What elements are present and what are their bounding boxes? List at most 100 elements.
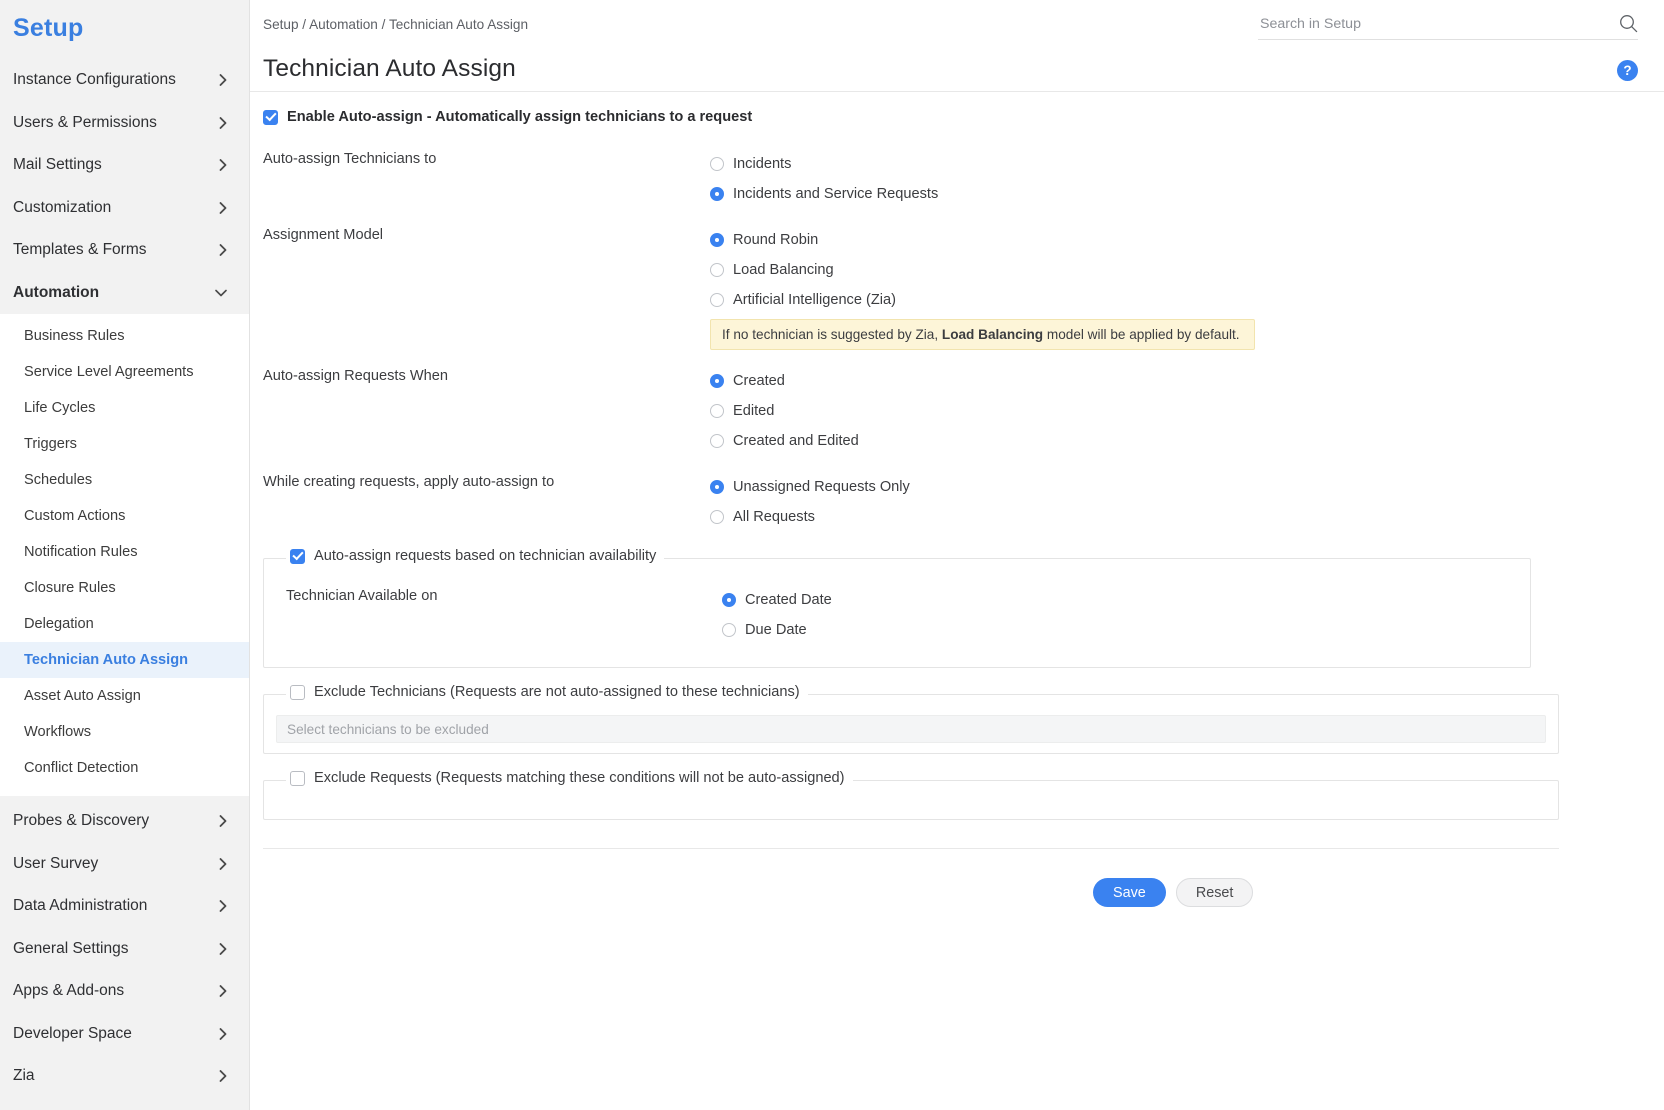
chevron-right-icon (219, 942, 227, 955)
chevron-right-icon (219, 159, 227, 172)
sidebar-item-label: Business Rules (24, 328, 125, 344)
radio-created[interactable] (710, 374, 724, 388)
sidebar-item-zoho-circuit[interactable]: Zoho Circuit (0, 1098, 249, 1110)
sidebar-item-label: Probes & Discovery (13, 812, 150, 830)
technician-availability-body: Technician Available on Created Date Due… (264, 559, 1530, 667)
radio-option-due-date[interactable]: Due Date (722, 615, 832, 645)
help-question-icon[interactable]: ? (1617, 60, 1638, 81)
sidebar-item-triggers[interactable]: Triggers (0, 426, 249, 462)
reset-button[interactable]: Reset (1175, 878, 1254, 907)
sidebar-item-label: Users & Permissions (13, 113, 157, 131)
technician-availability-checkbox[interactable] (290, 548, 305, 564)
sidebar-item-apps-add-ons[interactable]: Apps & Add-ons (0, 970, 249, 1013)
radio-load-balancing[interactable] (710, 263, 724, 277)
sidebar-item-technician-auto-assign[interactable]: Technician Auto Assign (0, 642, 249, 678)
exclude-technicians-checkbox[interactable] (290, 684, 305, 700)
sidebar-item-label: Closure Rules (24, 580, 116, 596)
breadcrumb: Setup / Automation / Technician Auto Ass… (263, 17, 529, 32)
sidebar-item-closure-rules[interactable]: Closure Rules (0, 570, 249, 606)
sidebar-title: Setup (13, 14, 84, 42)
radio-created-and-edited[interactable] (710, 434, 724, 448)
sidebar-item-customization[interactable]: Customization (0, 187, 249, 230)
technician-availability-panel: Auto-assign requests based on technician… (263, 548, 1531, 668)
sidebar-item-label: Templates & Forms (13, 241, 147, 259)
radio-option-load-balancing[interactable]: Load Balancing (710, 255, 1255, 285)
exclude-requests-legend[interactable]: Exclude Requests (Requests matching thes… (286, 770, 853, 786)
sidebar-item-label: Workflows (24, 724, 92, 740)
sidebar-item-data-administration[interactable]: Data Administration (0, 885, 249, 928)
radio-option-incidents[interactable]: Incidents (710, 149, 938, 179)
radio-option-edited[interactable]: Edited (710, 396, 859, 426)
sidebar-item-conflict-detection[interactable]: Conflict Detection (0, 750, 249, 786)
enable-auto-assign-checkbox[interactable] (263, 109, 278, 125)
technician-available-on-label: Technician Available on (286, 588, 438, 604)
sidebar-item-life-cycles[interactable]: Life Cycles (0, 390, 249, 426)
radio-option-created-date[interactable]: Created Date (722, 585, 832, 615)
sidebar-item-zia[interactable]: Zia (0, 1055, 249, 1098)
sidebar-item-label: Customization (13, 198, 112, 216)
sidebar-item-service-level-agreements[interactable]: Service Level Agreements (0, 354, 249, 390)
exclude-technicians-label: Exclude Technicians (Requests are not au… (314, 684, 800, 700)
sidebar-item-notification-rules[interactable]: Notification Rules (0, 534, 249, 570)
sidebar-item-label: Mail Settings (13, 156, 102, 174)
radio-option-round-robin[interactable]: Round Robin (710, 225, 1255, 255)
settings-form: Enable Auto-assign - Automatically assig… (250, 92, 1664, 907)
radio-option-incidents-and-service-requests[interactable]: Incidents and Service Requests (710, 179, 938, 209)
chevron-right-icon (219, 815, 227, 828)
setup-page: Setup Instance Configurations Users & Pe… (0, 0, 1664, 1110)
exclude-technicians-input[interactable]: Select technicians to be excluded (276, 715, 1546, 743)
save-button[interactable]: Save (1093, 878, 1166, 907)
radio-option-created-and-edited[interactable]: Created and Edited (710, 426, 859, 456)
search-input[interactable] (1258, 14, 1619, 33)
apply-auto-assign-to-label: While creating requests, apply auto-assi… (263, 474, 555, 490)
technician-availability-legend[interactable]: Auto-assign requests based on technician… (286, 548, 665, 564)
radio-incidents-and-service-requests[interactable] (710, 187, 724, 201)
sidebar-item-label: Instance Configurations (13, 71, 176, 89)
chevron-right-icon (219, 244, 227, 257)
sidebar-item-user-survey[interactable]: User Survey (0, 843, 249, 886)
sidebar-item-templates-forms[interactable]: Templates & Forms (0, 229, 249, 272)
radio-created-date[interactable] (722, 593, 736, 607)
sidebar-item-asset-auto-assign[interactable]: Asset Auto Assign (0, 678, 249, 714)
radio-option-unassigned-requests-only[interactable]: Unassigned Requests Only (710, 472, 910, 502)
exclude-technicians-legend[interactable]: Exclude Technicians (Requests are not au… (286, 684, 808, 700)
radio-label: Artificial Intelligence (Zia) (733, 292, 897, 308)
technician-availability-label: Auto-assign requests based on technician… (314, 548, 657, 564)
sidebar-item-users-permissions[interactable]: Users & Permissions (0, 102, 249, 145)
sidebar-item-schedules[interactable]: Schedules (0, 462, 249, 498)
radio-artificial-intelligence-zia[interactable] (710, 293, 724, 307)
sidebar-submenu-automation: Business Rules Service Level Agreements … (0, 314, 249, 796)
zia-info-banner: If no technician is suggested by Zia, Lo… (710, 319, 1255, 350)
sidebar-item-developer-space[interactable]: Developer Space (0, 1013, 249, 1056)
search-box[interactable] (1258, 14, 1638, 40)
radio-unassigned-requests-only[interactable] (710, 480, 724, 494)
exclude-technicians-placeholder: Select technicians to be excluded (287, 721, 489, 737)
sidebar-top-group: Instance Configurations Users & Permissi… (0, 59, 249, 272)
chevron-right-icon (219, 116, 227, 129)
enable-auto-assign-row[interactable]: Enable Auto-assign - Automatically assig… (263, 92, 1664, 133)
sidebar-item-workflows[interactable]: Workflows (0, 714, 249, 750)
radio-due-date[interactable] (722, 623, 736, 637)
sidebar-item-label: Notification Rules (24, 544, 138, 560)
sidebar-item-probes-discovery[interactable]: Probes & Discovery (0, 800, 249, 843)
sidebar-item-mail-settings[interactable]: Mail Settings (0, 144, 249, 187)
sidebar-item-business-rules[interactable]: Business Rules (0, 318, 249, 354)
sidebar-item-instance-configurations[interactable]: Instance Configurations (0, 59, 249, 102)
radio-option-created[interactable]: Created (710, 366, 859, 396)
exclude-requests-checkbox[interactable] (290, 770, 305, 786)
sidebar-item-label: Service Level Agreements (24, 364, 194, 380)
exclude-requests-body (264, 781, 1558, 819)
sidebar-item-delegation[interactable]: Delegation (0, 606, 249, 642)
search-icon[interactable] (1619, 14, 1638, 33)
radio-incidents[interactable] (710, 157, 724, 171)
radio-option-artificial-intelligence-zia[interactable]: Artificial Intelligence (Zia) (710, 285, 1255, 315)
sidebar-item-label: Delegation (24, 616, 94, 632)
sidebar-item-custom-actions[interactable]: Custom Actions (0, 498, 249, 534)
radio-round-robin[interactable] (710, 233, 724, 247)
radio-option-all-requests[interactable]: All Requests (710, 502, 910, 532)
sidebar-item-general-settings[interactable]: General Settings (0, 928, 249, 971)
chevron-right-icon (219, 985, 227, 998)
sidebar-item-automation[interactable]: Automation (0, 272, 249, 315)
radio-edited[interactable] (710, 404, 724, 418)
radio-all-requests[interactable] (710, 510, 724, 524)
